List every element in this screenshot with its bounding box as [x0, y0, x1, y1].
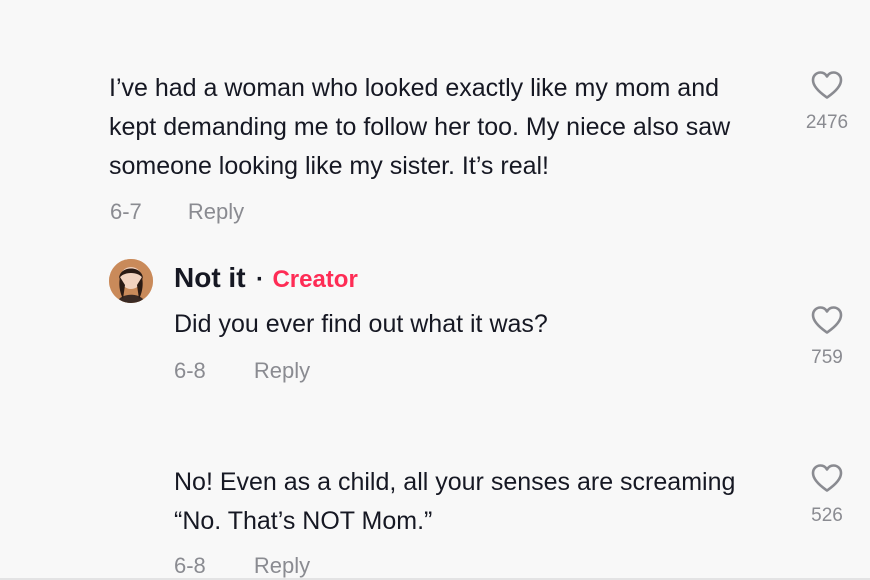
like-count: 526	[811, 505, 843, 526]
like-count: 759	[811, 347, 843, 368]
like-button[interactable]: 526	[797, 463, 857, 527]
comment-meta: 6-8 Reply	[174, 358, 310, 384]
comment-text: Did you ever find out what it was?	[174, 310, 548, 338]
comment-date: 6-7	[110, 199, 142, 224]
separator-dot: ·	[255, 266, 264, 293]
comment-3: No! Even as a child, all your senses are…	[174, 463, 774, 541]
creator-badge: Creator	[272, 266, 358, 293]
author-name[interactable]: Not it	[174, 262, 246, 293]
avatar-image	[109, 259, 153, 303]
comment-meta: 6-8 Reply	[174, 553, 310, 579]
comment-text: No! Even as a child, all your senses are…	[174, 468, 736, 535]
heart-outline-icon	[811, 71, 843, 99]
comment-meta: 6-7 Reply	[110, 199, 244, 225]
heart-outline-icon	[811, 306, 843, 334]
avatar[interactable]	[109, 259, 153, 303]
comment-text: I’ve had a woman who looked exactly like…	[109, 74, 731, 180]
author-line: Not it · Creator	[174, 262, 358, 294]
like-button[interactable]: 2476	[797, 70, 857, 134]
reply-button[interactable]: Reply	[254, 553, 310, 579]
comment-1: I’ve had a woman who looked exactly like…	[109, 69, 769, 186]
comment-date: 6-8	[174, 553, 206, 578]
like-count: 2476	[805, 112, 849, 133]
reply-button[interactable]: Reply	[188, 199, 244, 225]
comment-date: 6-8	[174, 358, 206, 383]
heart-outline-icon	[811, 464, 843, 492]
reply-button[interactable]: Reply	[254, 358, 310, 384]
comment-2: Did you ever find out what it was?	[174, 305, 774, 344]
like-button[interactable]: 759	[797, 305, 857, 369]
